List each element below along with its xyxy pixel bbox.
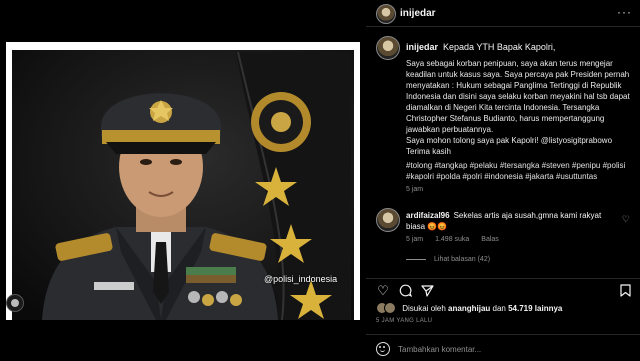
caption-paragraph: Saya mohon tolong saya pak Kapolri! @lis…	[406, 136, 613, 145]
comment-input[interactable]	[396, 341, 632, 357]
liker-avatar[interactable]	[384, 302, 396, 314]
caption-paragraph: Saya sebagai korban penipuan, saya akan …	[406, 59, 630, 134]
commenter-avatar[interactable]	[376, 208, 400, 232]
caption-username[interactable]: inijedar	[406, 42, 438, 52]
caption-lead: Kepada YTH Bapak Kapolri,	[443, 42, 556, 52]
save-icon[interactable]	[618, 284, 632, 298]
caption-paragraph: Terima kasih	[406, 147, 451, 156]
caption-author-avatar[interactable]	[376, 36, 400, 60]
likes-summary: Disukai oleh ananghijau dan 54.719 lainn…	[376, 302, 636, 316]
commenter-username[interactable]: ardifaizal96	[406, 211, 450, 220]
post-actions-bar: ♡	[366, 278, 640, 301]
post-sidebar: inijedar ··· inijedar Kepada YTH Bapak Ka…	[366, 0, 640, 360]
likes-prefix: Disukai oleh	[402, 303, 446, 313]
share-icon[interactable]	[420, 284, 434, 298]
post-timestamp: 5 JAM YANG LALU	[376, 318, 433, 324]
likes-text: Disukai oleh ananghijau dan 54.719 lainn…	[402, 304, 562, 313]
caption-hashtags[interactable]: #tolong #tangkap #pelaku #tersangka #ste…	[406, 160, 632, 182]
post-header: inijedar ···	[366, 0, 640, 27]
author-avatar[interactable]	[376, 4, 396, 24]
likes-count[interactable]: 54.719 lainnya	[508, 304, 562, 313]
comment-time: 5 jam	[406, 236, 424, 243]
liker-username[interactable]: ananghijau	[448, 304, 490, 313]
comment-text: ardifaizal96 Sekelas artis aja susah,gmna…	[406, 210, 616, 232]
view-replies-label: Lihat balasan (42)	[434, 256, 491, 263]
more-options-icon[interactable]: ···	[617, 5, 632, 19]
post-image[interactable]: @polisi_indonesia	[6, 42, 360, 320]
caption-body: Saya sebagai korban penipuan, saya akan …	[406, 58, 632, 157]
replies-divider	[406, 258, 426, 260]
comment-like-count[interactable]: 1.498 suka	[435, 236, 469, 243]
view-replies-link[interactable]: Lihat balasan (42)	[406, 256, 490, 263]
comment-reply-button[interactable]: Balas	[481, 236, 499, 243]
comment-meta: 5 jam 1.498 suka Balas	[406, 236, 509, 243]
caption-timestamp: 5 jam	[406, 186, 424, 193]
comments-section: inijedar Kepada YTH Bapak Kapolri, Saya s…	[366, 28, 640, 298]
add-comment-bar	[366, 334, 640, 361]
post-media-panel: @polisi_indonesia	[0, 0, 366, 360]
image-watermark: @polisi_indonesia	[264, 274, 338, 284]
emoji-icon[interactable]	[376, 342, 390, 356]
likes-middle: dan	[492, 303, 506, 313]
comment-icon[interactable]	[398, 284, 412, 298]
carousel-indicator-icon[interactable]	[6, 294, 24, 312]
author-username[interactable]: inijedar	[400, 8, 436, 19]
caption-header: inijedar Kepada YTH Bapak Kapolri,	[406, 42, 555, 52]
like-icon[interactable]: ♡	[376, 284, 390, 298]
comment-like-icon[interactable]: ♡	[622, 214, 630, 225]
